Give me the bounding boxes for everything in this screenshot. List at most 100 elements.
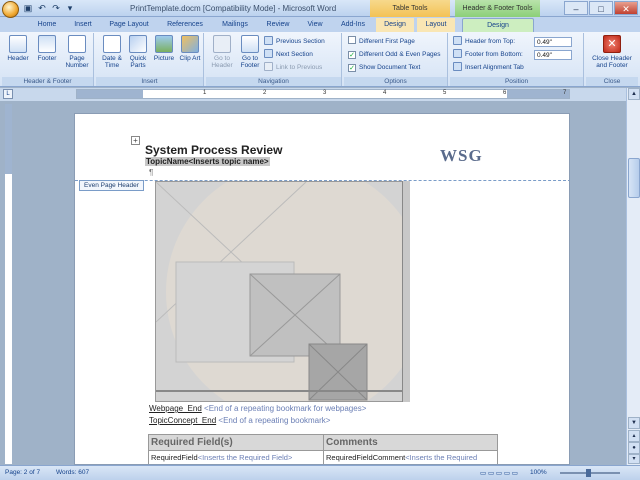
checkmark-icon: ✓ <box>348 51 356 59</box>
save-icon[interactable]: ▣ <box>22 2 34 14</box>
ruler-number: 5 <box>443 90 447 96</box>
next-section-button[interactable]: Next Section <box>264 49 313 60</box>
undo-icon[interactable]: ↶ <box>36 2 48 14</box>
group-position: Header from Top: 0.49" Footer from Botto… <box>450 33 584 86</box>
previous-section-button[interactable]: Previous Section <box>264 36 325 47</box>
tab-table-design[interactable]: Design <box>376 18 414 32</box>
minimize-button[interactable]: – <box>564 1 588 15</box>
table-cell-required-comment[interactable]: RequiredFieldComment<Inserts the Require… <box>323 450 498 464</box>
link-to-previous-button[interactable]: Link to Previous <box>264 62 322 73</box>
paragraph-mark: ¶ <box>149 168 154 177</box>
tab-view[interactable]: View <box>300 18 330 32</box>
document-page[interactable]: + System Process Review TopicName<Insert… <box>74 113 570 465</box>
group-label-insert: Insert <box>96 77 203 86</box>
view-buttons[interactable]: ▭ ▭ ▭ ▭ ▭ <box>480 469 518 477</box>
right-margin-area <box>507 90 569 98</box>
vertical-ruler[interactable] <box>4 103 13 465</box>
vertical-scrollbar[interactable]: ▲ ▼ ▴ ● ▾ <box>626 88 640 465</box>
context-label-table-tools: Table Tools <box>370 0 450 17</box>
image-frame-edge <box>402 181 410 402</box>
header-icon <box>9 35 27 53</box>
table-move-handle-icon[interactable]: + <box>131 136 140 145</box>
header-button[interactable]: Header <box>4 34 32 76</box>
picture-button[interactable]: Picture <box>150 34 178 76</box>
tab-table-layout[interactable]: Layout <box>417 18 455 32</box>
tab-add-ins[interactable]: Add-Ins <box>335 18 371 32</box>
tab-home[interactable]: Home <box>32 18 62 32</box>
next-section-icon <box>264 49 273 58</box>
header-position-icon <box>453 36 462 45</box>
title-bar: ▣ ↶ ↷ ▾ PrintTemplate.docm [Compatibilit… <box>0 0 640 18</box>
even-page-header-tag: Even Page Header <box>79 180 144 191</box>
scroll-up-icon[interactable]: ▲ <box>628 88 640 100</box>
footer-from-bottom-label: Footer from Bottom: <box>453 49 523 60</box>
left-margin-area <box>77 90 143 98</box>
zoom-slider-knob[interactable] <box>586 469 591 477</box>
alignment-tab-icon <box>453 62 462 71</box>
go-to-footer-icon <box>241 35 259 53</box>
scroll-down-icon[interactable]: ▼ <box>628 417 640 429</box>
horizontal-ruler[interactable]: 1 2 3 4 5 6 7 <box>76 89 570 99</box>
page-number-icon <box>68 35 86 53</box>
group-label-position: Position <box>450 77 583 86</box>
clip-art-button[interactable]: Clip Art <box>176 34 204 76</box>
ruler-number: 4 <box>383 90 387 96</box>
go-to-header-button[interactable]: Go to Header <box>208 34 236 76</box>
wsg-logo: WSG <box>440 146 483 165</box>
top-margin-area <box>5 104 12 174</box>
date-time-button[interactable]: Date & Time <box>98 34 126 76</box>
footer-button[interactable]: Footer <box>33 34 61 76</box>
redo-icon[interactable]: ↷ <box>50 2 62 14</box>
ruler-row: L 1 2 3 4 5 6 7 <box>0 88 640 101</box>
tab-mailings[interactable]: Mailings <box>215 18 255 32</box>
picture-icon <box>155 35 173 53</box>
ribbon: Header Footer Page Number Header & Foote… <box>0 32 640 87</box>
close-icon: ✕ <box>603 35 621 53</box>
header-topic-field[interactable]: TopicName<Inserts topic name> <box>145 157 270 166</box>
zoom-level[interactable]: 100% <box>530 469 547 476</box>
tab-selector[interactable]: L <box>3 89 13 99</box>
close-header-footer-button[interactable]: ✕ Close Header and Footer <box>590 34 634 76</box>
tab-hf-design[interactable]: Design <box>462 18 534 32</box>
footer-from-bottom-input[interactable]: 0.49" <box>534 50 572 60</box>
ruler-number: 6 <box>503 90 507 96</box>
required-fields-table[interactable]: Required Field(s) Comments RequiredField… <box>148 434 498 464</box>
scroll-thumb[interactable] <box>628 158 640 198</box>
ruler-number: 1 <box>203 90 207 96</box>
select-browse-object-icon[interactable]: ● <box>628 442 640 454</box>
tab-insert[interactable]: Insert <box>68 18 98 32</box>
placeholder-graphic <box>156 182 408 401</box>
previous-page-icon[interactable]: ▴ <box>628 430 640 442</box>
header-from-top-input[interactable]: 0.49" <box>534 37 572 47</box>
group-label-close: Close <box>586 77 638 86</box>
close-window-button[interactable]: ✕ <box>614 1 638 15</box>
quick-parts-button[interactable]: Quick Parts <box>124 34 152 76</box>
qat-dropdown-icon[interactable]: ▾ <box>64 2 76 14</box>
show-document-text-checkbox[interactable]: ✓ Show Document Text <box>348 62 420 73</box>
page-indicator[interactable]: Page: 2 of 7 <box>5 469 40 476</box>
placeholder-image[interactable] <box>155 181 409 402</box>
table-row[interactable]: RequiredField<Inserts the Required Field… <box>148 450 498 464</box>
tab-review[interactable]: Review <box>260 18 296 32</box>
insert-alignment-tab-button[interactable]: Insert Alignment Tab <box>453 62 524 73</box>
tab-references[interactable]: References <box>160 18 210 32</box>
table-cell-required-field[interactable]: RequiredField<Inserts the Required Field… <box>148 450 324 464</box>
maximize-button[interactable]: □ <box>589 1 613 15</box>
next-page-icon[interactable]: ▾ <box>628 454 640 464</box>
different-odd-even-checkbox[interactable]: ✓ Different Odd & Even Pages <box>348 49 441 60</box>
different-first-page-checkbox[interactable]: Different First Page <box>348 36 415 47</box>
footer-position-icon <box>453 49 462 58</box>
webpage-end-line[interactable]: Webpage_End <End of a repeating bookmark… <box>149 404 366 413</box>
office-button[interactable] <box>2 1 19 18</box>
quick-parts-icon <box>129 35 147 53</box>
topic-concept-end-line[interactable]: TopicConcept_End <End of a repeating boo… <box>149 416 330 425</box>
ruler-number: 7 <box>563 90 567 96</box>
page-number-button[interactable]: Page Number <box>62 34 92 76</box>
word-count[interactable]: Words: 607 <box>56 469 89 476</box>
tab-page-layout[interactable]: Page Layout <box>104 18 154 32</box>
ruler-number: 3 <box>323 90 327 96</box>
go-to-footer-button[interactable]: Go to Footer <box>236 34 264 76</box>
header-title[interactable]: System Process Review <box>145 143 282 157</box>
footer-icon <box>38 35 56 53</box>
table-header-required-fields: Required Field(s) <box>148 434 324 451</box>
